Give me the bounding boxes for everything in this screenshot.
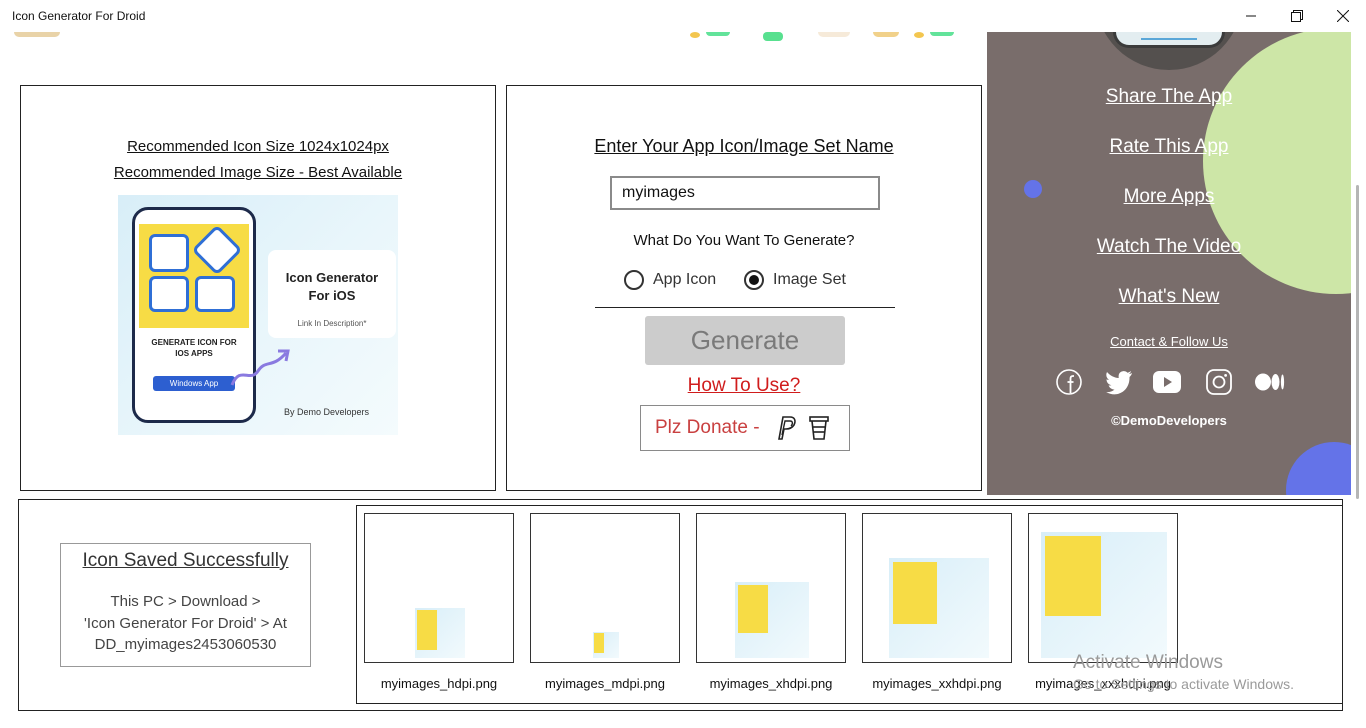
close-icon — [1337, 10, 1349, 22]
instagram-button[interactable] — [1205, 368, 1233, 396]
more-apps-link[interactable]: More Apps — [987, 186, 1351, 208]
share-app-link[interactable]: Share The App — [987, 86, 1351, 108]
preview-image: GENERATE ICON FOR IOS APPS Windows App I… — [118, 195, 398, 435]
radio-app-icon[interactable]: App Icon — [624, 270, 716, 290]
radio-image-set[interactable]: Image Set — [744, 270, 846, 290]
instagram-icon — [1206, 369, 1232, 395]
preview-title-2: For iOS — [308, 288, 356, 303]
saved-status-box: Icon Saved Successfully This PC > Downlo… — [60, 543, 311, 667]
generate-question: What Do You Want To Generate? — [633, 232, 855, 249]
youtube-icon — [1153, 371, 1181, 393]
title-card: Icon Generator For iOS Link In Descripti… — [268, 250, 396, 338]
side-panel: Share The App Rate This App More Apps Wa… — [987, 32, 1351, 495]
thumbnail-label-mdpi: myimages_mdpi.png — [545, 676, 665, 691]
thumbnail-label-xxhdpi: myimages_xxhdpi.png — [872, 676, 1002, 691]
thumbnail-image — [593, 632, 619, 658]
medium-icon — [1255, 373, 1285, 391]
radio-circle[interactable] — [624, 270, 644, 290]
preview-subtitle: Link In Description* — [297, 319, 367, 328]
youtube-button[interactable] — [1153, 368, 1181, 396]
minimize-button[interactable] — [1228, 0, 1274, 32]
saved-path-line-1: This PC > Download > — [110, 593, 261, 610]
name-input[interactable] — [610, 176, 880, 210]
facebook-icon — [1056, 369, 1082, 395]
radio-circle-selected[interactable] — [744, 270, 764, 290]
generator-panel: Enter Your App Icon/Image Set Name What … — [506, 85, 982, 491]
whats-new-link[interactable]: What's New — [987, 286, 1351, 308]
rate-app-link[interactable]: Rate This App — [987, 136, 1351, 158]
preview-credit: By Demo Developers — [284, 407, 370, 417]
thumbnail-image — [415, 608, 465, 658]
thumbnail-image — [889, 558, 989, 658]
donate-button[interactable]: Plz Donate - — [640, 405, 850, 451]
minimize-icon — [1246, 15, 1256, 17]
medium-button[interactable] — [1255, 368, 1285, 396]
thumbnail-xxxhdpi[interactable] — [1028, 513, 1178, 663]
saved-path-line-3: DD_myimages2453060530 — [94, 636, 277, 653]
copyright-label: ©DemoDevelopers — [1111, 413, 1227, 428]
donate-label: Plz Donate - — [655, 417, 760, 438]
paypal-icon — [777, 416, 796, 440]
scrollbar[interactable] — [1356, 185, 1359, 499]
thumbnail-image — [1041, 532, 1167, 658]
watch-video-link[interactable]: Watch The Video — [987, 236, 1351, 258]
twitter-icon — [1106, 371, 1132, 395]
preview-panel: Recommended Icon Size 1024x1024px Recomm… — [20, 85, 496, 491]
recommended-image-size-label: Recommended Image Size - Best Available — [113, 164, 403, 181]
thumbnail-mdpi[interactable] — [530, 513, 680, 663]
coffee-cup-icon — [808, 416, 829, 440]
thumbnail-hdpi[interactable] — [364, 513, 514, 663]
thumbnail-label-xhdpi: myimages_xhdpi.png — [709, 676, 833, 691]
restore-icon — [1291, 10, 1303, 22]
radio-image-set-label: Image Set — [773, 271, 846, 288]
twitter-button[interactable] — [1103, 368, 1135, 396]
how-to-use-link[interactable]: How To Use? — [507, 375, 981, 397]
decorative-circle-blue — [1286, 442, 1351, 495]
divider — [595, 307, 895, 308]
recommended-icon-size-label: Recommended Icon Size 1024x1024px — [127, 138, 389, 155]
generate-button[interactable]: Generate — [645, 316, 845, 365]
thumbnail-xxhdpi[interactable] — [862, 513, 1012, 663]
saved-path-line-2: 'Icon Generator For Droid' > At — [84, 615, 287, 632]
facebook-button[interactable] — [1055, 368, 1083, 396]
name-label: Enter Your App Icon/Image Set Name — [594, 136, 894, 156]
title-bar: Icon Generator For Droid — [0, 0, 1366, 32]
thumbnail-label-hdpi: myimages_hdpi.png — [380, 676, 498, 691]
arrow-icon — [230, 349, 290, 386]
activate-windows-watermark: Activate Windows Go to Settings to activ… — [1073, 652, 1294, 692]
restore-button[interactable] — [1274, 0, 1320, 32]
preview-title-1: Icon Generator — [285, 270, 379, 285]
close-button[interactable] — [1320, 0, 1366, 32]
activate-windows-title: Activate Windows — [1073, 652, 1223, 673]
saved-title: Icon Saved Successfully — [82, 550, 289, 571]
contact-follow-link[interactable]: Contact & Follow Us — [987, 334, 1351, 349]
thumbnail-image — [735, 582, 809, 658]
window-title: Icon Generator For Droid — [12, 9, 146, 23]
phone-button: Windows App — [153, 376, 235, 391]
phone-illustration: GENERATE ICON FOR IOS APPS Windows App — [132, 207, 256, 423]
thumbnail-xhdpi[interactable] — [696, 513, 846, 663]
radio-app-icon-label: App Icon — [653, 271, 717, 288]
decorative-phone-image — [1095, 32, 1243, 70]
activate-windows-subtitle: Go to Settings to activate Windows. — [1073, 676, 1294, 692]
decorative-banner-strip — [0, 32, 986, 42]
